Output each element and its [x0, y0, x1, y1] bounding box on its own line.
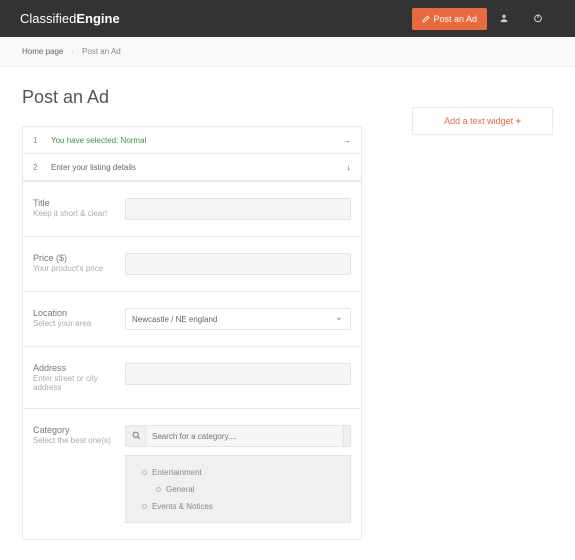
price-input[interactable]	[125, 253, 351, 275]
category-item-entertainment[interactable]: Entertainment	[134, 464, 342, 481]
form-area: Title Keep it short & clear! Price ($) Y…	[22, 182, 362, 540]
cat-label: Entertainment	[152, 468, 202, 477]
brand-part2: Engine	[76, 11, 119, 26]
field-title: Title Keep it short & clear!	[23, 182, 361, 237]
brand-part1: Classified	[20, 11, 76, 26]
title-input[interactable]	[125, 198, 351, 220]
form-column: Post an Ad 1 You have selected: Normal →…	[22, 87, 362, 540]
add-widget-button[interactable]: Add a text widget +	[412, 107, 553, 135]
step-2-num: 2	[33, 163, 51, 172]
user-button[interactable]	[487, 13, 521, 24]
breadcrumb-current: Post an Ad	[82, 47, 121, 56]
address-input[interactable]	[125, 363, 351, 385]
step-list: 1 You have selected: Normal → 2 Enter yo…	[22, 126, 362, 182]
edit-icon	[422, 15, 430, 23]
arrow-right-icon: →	[342, 135, 351, 145]
category-hint: Select the best one(s)	[33, 436, 115, 445]
cat-label: General	[166, 485, 194, 494]
breadcrumb: Home page › Post an Ad	[0, 37, 575, 67]
page-title: Post an Ad	[22, 87, 362, 108]
step-1[interactable]: 1 You have selected: Normal →	[23, 127, 361, 154]
sidebar-column: Add a text widget +	[412, 87, 553, 540]
chevron-right-icon: ›	[71, 47, 74, 56]
cat-label: Events & Notices	[152, 502, 213, 511]
title-label: Title	[33, 198, 115, 208]
post-ad-label: Post an Ad	[433, 14, 477, 24]
step-1-num: 1	[33, 136, 51, 145]
price-label: Price ($)	[33, 253, 115, 263]
post-ad-button[interactable]: Post an Ad	[412, 8, 487, 30]
radio-icon	[142, 504, 147, 509]
user-icon	[499, 13, 509, 23]
power-button[interactable]	[521, 13, 555, 24]
field-location: Location Select your area Newcastle / NE…	[23, 292, 361, 347]
step-2[interactable]: 2 Enter your listing details ↓	[23, 154, 361, 181]
power-icon	[533, 13, 543, 23]
category-list: Entertainment General Events & Notices	[125, 455, 351, 523]
price-hint: Your product's price	[33, 264, 115, 273]
field-category: Category Select the best one(s) Entertai…	[23, 409, 361, 539]
field-price: Price ($) Your product's price	[23, 237, 361, 292]
radio-icon	[142, 470, 147, 475]
main-content: Post an Ad 1 You have selected: Normal →…	[0, 67, 575, 560]
category-item-events[interactable]: Events & Notices	[134, 498, 342, 515]
step-2-label: Enter your listing details	[51, 163, 347, 172]
title-hint: Keep it short & clear!	[33, 209, 115, 218]
category-label: Category	[33, 425, 115, 435]
nav-right: Post an Ad	[412, 8, 555, 30]
address-label: Address	[33, 363, 115, 373]
navbar: ClassifiedEngine Post an Ad	[0, 0, 575, 37]
location-select[interactable]: Newcastle / NE england	[125, 308, 351, 330]
field-address: Address Enter street or city address	[23, 347, 361, 409]
address-hint: Enter street or city address	[33, 374, 115, 392]
category-item-general[interactable]: General	[134, 481, 342, 498]
category-search-wrap	[125, 425, 351, 447]
plus-icon: +	[516, 116, 521, 126]
brand-logo[interactable]: ClassifiedEngine	[20, 11, 120, 26]
add-widget-label: Add a text widget	[444, 116, 513, 126]
category-search-input[interactable]	[145, 425, 344, 447]
search-icon	[132, 431, 141, 442]
step-1-label: You have selected: Normal	[51, 136, 342, 145]
location-label: Location	[33, 308, 115, 318]
arrow-down-icon: ↓	[347, 162, 352, 172]
location-hint: Select your area	[33, 319, 115, 328]
radio-icon	[156, 487, 161, 492]
breadcrumb-home[interactable]: Home page	[22, 47, 63, 56]
